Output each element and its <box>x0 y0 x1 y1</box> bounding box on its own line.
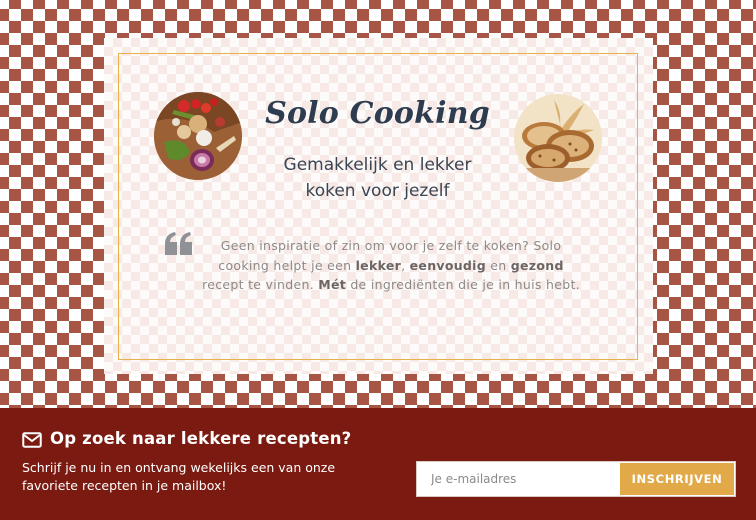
quote-emphasis-met: Mét <box>318 277 347 292</box>
email-input[interactable] <box>417 462 620 496</box>
quote-text: de ingrediënten die je in huis hebt. <box>346 277 580 292</box>
quote-emphasis-gezond: gezond <box>510 257 564 273</box>
newsletter-footer: Op zoek naar lekkere recepten? Schrijf j… <box>0 408 756 520</box>
page-title: Solo Cooking <box>265 96 490 131</box>
quote-text: recept te vinden. <box>202 277 319 292</box>
quote-text: en <box>486 257 511 273</box>
newsletter-description: Schrijf je nu in en ontvang wekelijks ee… <box>22 460 336 493</box>
quote-emphasis-eenvoudig: eenvoudig <box>409 257 487 273</box>
subtitle-line-2: koken voor jezelf <box>305 181 450 201</box>
bread-photo <box>514 94 602 182</box>
quote-text: , <box>401 257 410 273</box>
subscribe-button[interactable]: INSCHRIJVEN <box>620 463 734 495</box>
page-subtitle: Gemakkelijk en lekker koken voor jezelf <box>250 152 505 204</box>
newsletter-form: INSCHRIJVEN <box>416 461 736 497</box>
newsletter-title: Op zoek naar lekkere recepten? <box>50 429 352 448</box>
envelope-icon <box>22 432 42 452</box>
vegetables-photo <box>154 92 242 180</box>
subtitle-line-1: Gemakkelijk en lekker <box>283 155 472 175</box>
quote-emphasis-lekker: lekker <box>355 257 402 273</box>
intro-quote: Geen inspiratie of zin om voor je zelf t… <box>200 236 582 295</box>
quote-icon <box>165 232 193 260</box>
